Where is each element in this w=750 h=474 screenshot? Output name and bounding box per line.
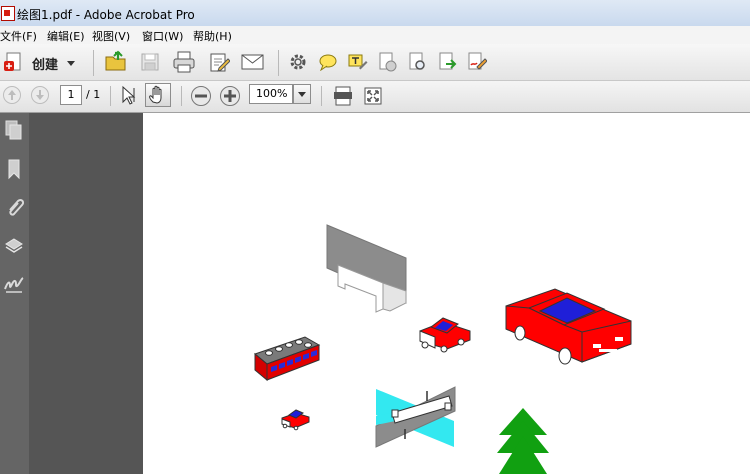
- menu-help[interactable]: 帮助(H): [193, 28, 232, 44]
- zoom-out-icon[interactable]: [190, 85, 212, 107]
- tree-drawing: [497, 408, 549, 474]
- tiny-car-drawing: [281, 409, 310, 431]
- small-car-drawing: [419, 317, 471, 353]
- toolbar-separator: [110, 86, 111, 106]
- page-number-input[interactable]: 1: [60, 85, 82, 105]
- edit-document-icon[interactable]: [208, 51, 230, 73]
- bookmarks-icon[interactable]: [4, 158, 24, 180]
- print-icon[interactable]: [172, 50, 196, 74]
- highlight-text-icon[interactable]: [348, 52, 368, 72]
- zoom-in-icon[interactable]: [219, 85, 241, 107]
- open-folder-icon[interactable]: [104, 50, 128, 74]
- save-icon[interactable]: [139, 51, 161, 73]
- title-bar: 绘图1.pdf - Adobe Acrobat Pro: [0, 0, 750, 26]
- document-page: [143, 113, 750, 474]
- fit-width-icon[interactable]: [333, 86, 353, 106]
- hand-icon: [149, 85, 162, 104]
- export-icon[interactable]: [438, 51, 458, 73]
- navigation-pane: [29, 113, 143, 474]
- bridge-drawing: [375, 386, 456, 448]
- create-pdf-icon[interactable]: [3, 52, 25, 74]
- gear-icon[interactable]: [289, 53, 307, 71]
- hand-tool-button[interactable]: [145, 83, 171, 107]
- email-icon[interactable]: [241, 53, 265, 71]
- create-button[interactable]: 创建: [32, 54, 58, 73]
- document-search-icon[interactable]: [408, 51, 428, 73]
- sign-document-icon[interactable]: [467, 51, 487, 73]
- bus-drawing: [253, 336, 321, 382]
- pages-icon[interactable]: [4, 119, 24, 141]
- toolbar-separator: [181, 86, 182, 106]
- zoom-dropdown-button[interactable]: [293, 84, 311, 104]
- layers-icon[interactable]: [4, 235, 24, 257]
- menu-edit[interactable]: 编辑(E): [47, 28, 85, 44]
- next-page-icon[interactable]: [30, 85, 50, 105]
- select-tool-icon[interactable]: [120, 85, 138, 105]
- toolbar-separator: [278, 50, 279, 76]
- menu-file[interactable]: 文件(F): [0, 28, 37, 44]
- left-panel-bar: [0, 113, 29, 474]
- billboard-drawing: [326, 224, 407, 313]
- menu-view[interactable]: 视图(V): [92, 28, 130, 44]
- chevron-down-icon[interactable]: [67, 61, 75, 66]
- big-car-drawing: [505, 248, 632, 365]
- signatures-icon[interactable]: [4, 273, 24, 295]
- zoom-input[interactable]: 100%: [249, 84, 293, 104]
- attachments-icon[interactable]: [4, 197, 24, 219]
- comment-icon[interactable]: [318, 53, 338, 71]
- menu-window[interactable]: 窗口(W): [142, 28, 183, 44]
- toolbar-separator: [321, 86, 322, 106]
- drawing-canvas: [253, 224, 632, 474]
- full-screen-icon[interactable]: [363, 86, 383, 106]
- menu-bar: 文件(F) 编辑(E) 视图(V) 窗口(W) 帮助(H): [0, 26, 750, 44]
- previous-page-icon[interactable]: [2, 85, 22, 105]
- document-security-icon[interactable]: [378, 51, 398, 73]
- toolbar-separator: [93, 50, 94, 76]
- acrobat-icon: [1, 6, 15, 21]
- page-total: / 1: [86, 88, 101, 101]
- window-title: 绘图1.pdf - Adobe Acrobat Pro: [17, 8, 195, 22]
